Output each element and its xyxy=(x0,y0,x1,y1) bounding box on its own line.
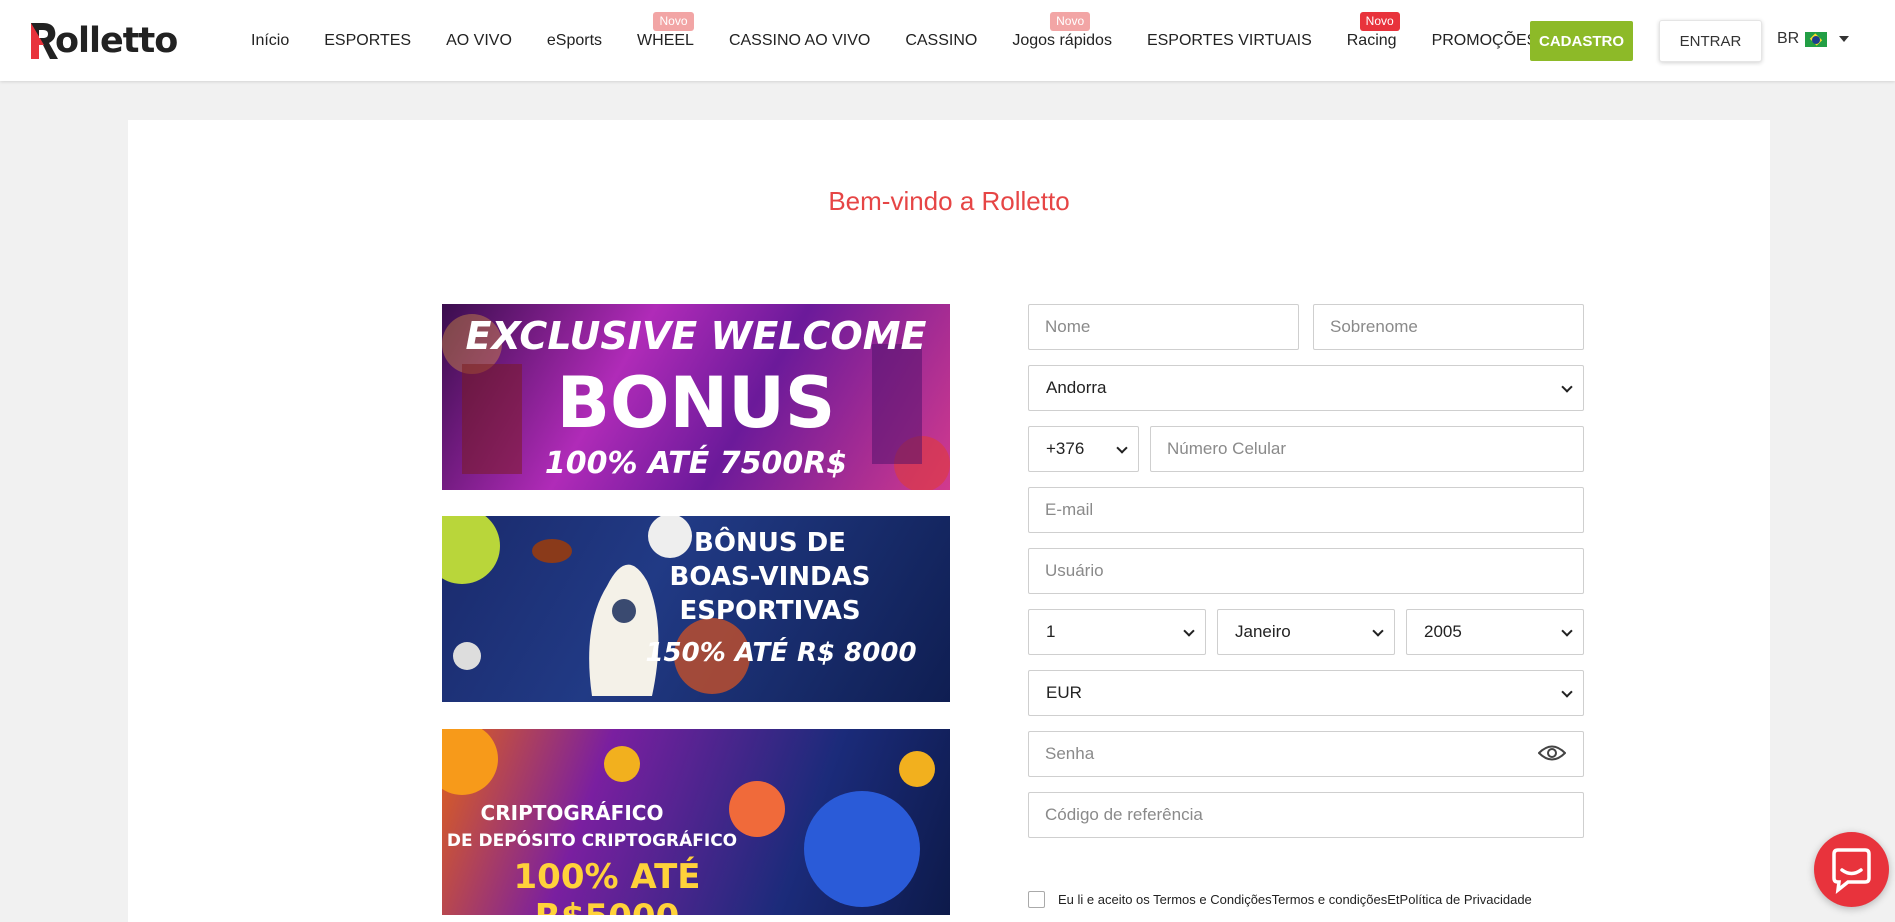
rolletto-logo[interactable]: olletto xyxy=(28,18,178,64)
login-button[interactable]: ENTRAR xyxy=(1659,20,1762,62)
phone-number-field[interactable] xyxy=(1150,426,1584,472)
birth-month-value: Janeiro xyxy=(1235,622,1291,641)
currency-select[interactable]: EUR xyxy=(1028,670,1584,716)
nav-item-esportes[interactable]: ESPORTES xyxy=(324,0,411,81)
new-badge: Novo xyxy=(1359,12,1400,31)
nav-label: CASSINO xyxy=(905,32,978,49)
brazil-flag-icon xyxy=(1805,31,1828,47)
chevron-down-icon xyxy=(1372,625,1384,637)
language-selector[interactable]: BR xyxy=(1777,30,1850,48)
nav-label: AO VIVO xyxy=(446,32,512,49)
chevron-down-icon xyxy=(1116,442,1128,454)
phone-code-select[interactable]: +376 xyxy=(1028,426,1139,472)
referral-code-field[interactable] xyxy=(1028,792,1584,838)
currency-value: EUR xyxy=(1046,683,1082,702)
banner-line: CRIPTOGRÁFICO xyxy=(480,801,664,825)
nav-label: ESPORTES xyxy=(324,32,412,49)
phone-code-value: +376 xyxy=(1046,439,1085,458)
banner-line: BOAS-VINDAS xyxy=(669,562,871,592)
password-wrapper xyxy=(1028,731,1584,777)
crypto-bonus-banner[interactable]: CRIPTOGRÁFICO DE DEPÓSITO CRIPTOGRÁFICO … xyxy=(442,729,950,915)
chevron-down-icon xyxy=(1561,625,1573,637)
chevron-down-icon xyxy=(1561,686,1573,698)
banner-line: 100% ATÉ R$5000 xyxy=(513,857,701,915)
nav-item-esports[interactable]: eSports xyxy=(547,0,602,81)
nav-item-racing[interactable]: Novo Racing xyxy=(1346,0,1400,81)
nav-item-ao-vivo[interactable]: AO VIVO xyxy=(446,0,512,81)
birth-year-select[interactable]: 2005 xyxy=(1406,609,1584,655)
new-badge: Novo xyxy=(653,12,694,31)
nav-item-wheel[interactable]: Novo WHEEL xyxy=(637,0,694,81)
country-value: Andorra xyxy=(1046,378,1107,397)
live-chat-button[interactable] xyxy=(1814,832,1889,907)
nav-item-inicio[interactable]: Início xyxy=(251,0,289,81)
new-badge: Novo xyxy=(1050,12,1091,31)
banner-line: ESPORTIVAS xyxy=(679,596,861,626)
nav-label: PROMOÇÕES xyxy=(1431,32,1538,49)
banner-line: BÔNUS DE xyxy=(694,528,846,558)
terms-checkbox[interactable] xyxy=(1028,891,1045,908)
banner-line: 100% ATÉ 7500R$ xyxy=(544,446,848,481)
email-field[interactable] xyxy=(1028,487,1584,533)
chevron-down-icon xyxy=(1561,381,1573,393)
eye-icon[interactable] xyxy=(1538,744,1566,762)
chat-bubble-icon xyxy=(1832,848,1871,895)
chevron-down-icon xyxy=(1183,625,1195,637)
logo-r-icon xyxy=(28,19,58,63)
terms-row: Eu li e aceito os Termos e CondiçõesTerm… xyxy=(1028,891,1532,908)
nav-label: Racing xyxy=(1346,32,1397,49)
nav-label: Jogos rápidos xyxy=(1012,32,1112,49)
main-nav: Início ESPORTES AO VIVO eSports Novo WHE… xyxy=(251,0,1572,81)
page-title: Bem-vindo a Rolletto xyxy=(828,186,1070,216)
nav-item-promocoes[interactable]: PROMOÇÕES xyxy=(1432,0,1538,81)
welcome-bonus-banner[interactable]: EXCLUSIVE WELCOME BONUS 100% ATÉ 7500R$ xyxy=(442,304,950,490)
birth-year-value: 2005 xyxy=(1424,622,1462,641)
nav-item-cassino-ao-vivo[interactable]: CASSINO AO VIVO xyxy=(729,0,870,81)
banner-line: EXCLUSIVE WELCOME xyxy=(465,314,927,358)
logo-text: olletto xyxy=(55,21,178,61)
birth-month-select[interactable]: Janeiro xyxy=(1217,609,1395,655)
nav-label: CASSINO AO VIVO xyxy=(728,32,871,49)
country-select[interactable]: Andorra xyxy=(1028,365,1584,411)
terms-label: Eu li e aceito os Termos e CondiçõesTerm… xyxy=(1058,892,1532,907)
banner-line: 150% ATÉ R$ 8000 xyxy=(645,638,917,668)
nav-label: ESPORTES VIRTUAIS xyxy=(1146,32,1312,49)
nav-item-cassino[interactable]: CASSINO xyxy=(905,0,977,81)
nav-label: WHEEL xyxy=(637,32,694,49)
banner-line: DE DEPÓSITO CRIPTOGRÁFICO xyxy=(446,831,738,851)
last-name-field[interactable] xyxy=(1313,304,1584,350)
birth-day-select[interactable]: 1 xyxy=(1028,609,1206,655)
nav-item-esportes-virtuais[interactable]: ESPORTES VIRTUAIS xyxy=(1147,0,1312,81)
language-code: BR xyxy=(1777,30,1800,47)
top-header: olletto Início ESPORTES AO VIVO eSports … xyxy=(0,0,1895,81)
first-name-field[interactable] xyxy=(1028,304,1299,350)
nav-label: Início xyxy=(251,32,290,49)
register-button[interactable]: CADASTRO xyxy=(1530,21,1633,61)
nav-label: eSports xyxy=(546,32,603,49)
birth-day-value: 1 xyxy=(1046,622,1056,641)
nav-item-jogos-rapidos[interactable]: Novo Jogos rápidos xyxy=(1012,0,1112,81)
banner-line: BONUS xyxy=(556,362,836,444)
username-field[interactable] xyxy=(1028,548,1584,594)
sports-bonus-banner[interactable]: BÔNUS DE BOAS-VINDAS ESPORTIVAS 150% ATÉ… xyxy=(442,516,950,702)
registration-card: Bem-vindo a Rolletto EXCLUSIVE WELCOME B… xyxy=(128,120,1770,922)
password-field[interactable] xyxy=(1028,731,1584,777)
caret-down-icon xyxy=(1839,36,1850,42)
